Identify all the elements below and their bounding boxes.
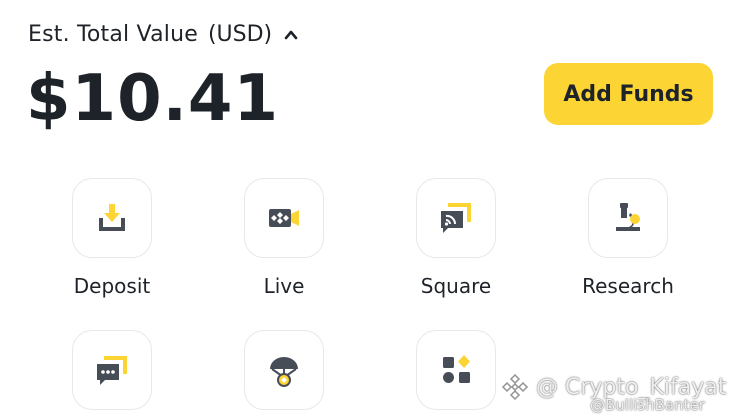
tile-deposit-box[interactable] (72, 178, 152, 258)
tile-square[interactable]: Square (376, 178, 536, 298)
live-icon (269, 209, 299, 227)
tile-label: Research (582, 274, 674, 298)
tile-research[interactable]: Research (548, 178, 708, 298)
tile-live[interactable]: Live (204, 178, 364, 298)
watermark: @ Crypto_Kifayat @BullishBanter (500, 372, 726, 414)
tile-square-box[interactable] (416, 178, 496, 258)
est-total-value-label: Est. Total Value (28, 22, 198, 47)
watermark-subhandle: @BullishBanter (590, 396, 705, 414)
tile-research-box[interactable] (588, 178, 668, 258)
chevron-up-icon[interactable] (284, 28, 298, 42)
tile-chat-box[interactable] (72, 330, 152, 410)
square-icon (441, 203, 471, 233)
tile-airdrop[interactable] (204, 330, 364, 410)
tile-label: Live (263, 274, 305, 298)
tile-live-box[interactable] (244, 178, 324, 258)
tile-label: Square (420, 274, 492, 298)
tile-airdrop-box[interactable] (244, 330, 324, 410)
tile-deposit[interactable]: Deposit (32, 178, 192, 298)
add-funds-button[interactable]: Add Funds (544, 63, 713, 125)
chat-icon (97, 356, 127, 385)
tile-label: Deposit (73, 274, 151, 298)
est-total-value-row[interactable]: Est. Total Value (USD) (28, 22, 298, 47)
tile-chat[interactable] (32, 330, 192, 410)
binance-logo-icon (501, 373, 529, 401)
currency-label: (USD) (207, 22, 273, 47)
airdrop-icon (270, 357, 298, 387)
deposit-icon (99, 204, 125, 231)
research-icon (616, 203, 640, 231)
tile-more-apps-box[interactable] (416, 330, 496, 410)
total-balance: $10.41 (26, 62, 279, 136)
more-apps-icon (443, 355, 470, 383)
